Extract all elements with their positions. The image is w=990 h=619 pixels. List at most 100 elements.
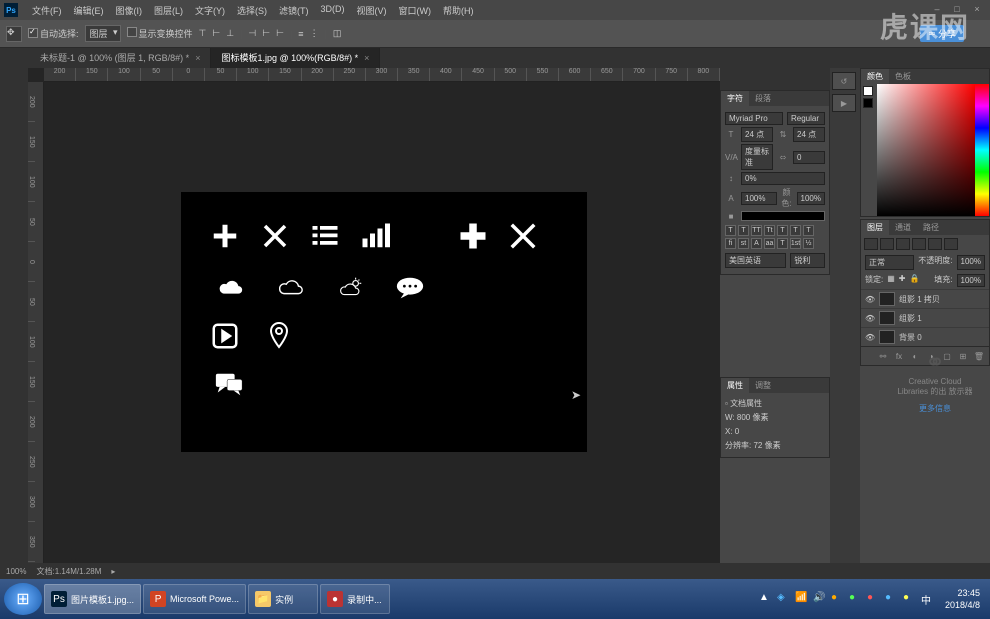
char-style-button[interactable]: T: [803, 225, 814, 236]
layer-visibility-icon[interactable]: 👁: [865, 333, 875, 342]
menu-item[interactable]: 文字(Y): [189, 4, 231, 17]
char-style-button[interactable]: aa: [764, 238, 775, 249]
tray-app2-icon[interactable]: ●: [849, 592, 863, 606]
char-style-button[interactable]: T: [790, 225, 801, 236]
link-layers-icon[interactable]: ⚯: [876, 350, 890, 362]
layer-visibility-icon[interactable]: 👁: [865, 295, 875, 304]
filter-type-icon[interactable]: [912, 238, 926, 250]
tab-close-icon[interactable]: ×: [195, 53, 200, 63]
text-color-swatch[interactable]: [741, 211, 825, 221]
tray-lang-icon[interactable]: 中: [921, 592, 935, 606]
taskbar-item[interactable]: Ps图片模板1.jpg...: [44, 584, 141, 614]
filter-kind-icon[interactable]: [864, 238, 878, 250]
char-style-button[interactable]: TT: [751, 225, 762, 236]
align-top-icon[interactable]: ⊤: [199, 28, 207, 39]
tray-audio-icon[interactable]: 🔊: [813, 592, 827, 606]
fill-input[interactable]: 100%: [957, 274, 985, 287]
taskbar-clock[interactable]: 23:45 2018/4/8: [939, 587, 986, 611]
taskbar-item[interactable]: ●录制中...: [320, 584, 390, 614]
leading-input[interactable]: 24 点: [793, 127, 825, 142]
layer-visibility-icon[interactable]: 👁: [865, 314, 875, 323]
font-style-select[interactable]: Regular: [787, 112, 825, 125]
tray-flag-icon[interactable]: ▲: [759, 592, 773, 606]
menu-item[interactable]: 文件(F): [26, 4, 68, 17]
align-bottom-icon[interactable]: ⊥: [226, 28, 234, 39]
char-style-button[interactable]: T: [777, 238, 788, 249]
menu-item[interactable]: 编辑(E): [68, 4, 110, 17]
menu-item[interactable]: 滤镜(T): [273, 4, 315, 17]
char-style-button[interactable]: st: [738, 238, 749, 249]
char-style-button[interactable]: T: [738, 225, 749, 236]
tab-properties[interactable]: 属性: [721, 378, 749, 393]
tray-app4-icon[interactable]: ●: [885, 592, 899, 606]
distribute-icon[interactable]: ≡: [298, 29, 303, 39]
align-middle-icon[interactable]: ⊢: [212, 28, 220, 39]
document-tab[interactable]: 未标题-1 @ 100% (图层 1, RGB/8#) *×: [30, 48, 211, 68]
tab-swatches[interactable]: 色板: [889, 69, 917, 84]
auto-select-checkbox[interactable]: 自动选择:: [28, 27, 79, 40]
lock-pixels-icon[interactable]: ▦: [887, 274, 895, 287]
filter-smart-icon[interactable]: [944, 238, 958, 250]
dock-actions-icon[interactable]: ▶: [832, 94, 856, 112]
tool-preset-icon[interactable]: ✥: [6, 26, 22, 42]
opacity-input[interactable]: 100%: [957, 255, 985, 270]
tray-app3-icon[interactable]: ●: [867, 592, 881, 606]
start-button[interactable]: ⊞: [4, 583, 42, 615]
char-style-button[interactable]: 1st: [790, 238, 801, 249]
taskbar-item[interactable]: PMicrosoft Powe...: [143, 584, 246, 614]
libraries-link[interactable]: 更多信息: [894, 403, 976, 414]
tray-app1-icon[interactable]: ●: [831, 592, 845, 606]
document-tab[interactable]: 图标模板1.jpg @ 100%(RGB/8#) *×: [211, 48, 380, 68]
char-style-button[interactable]: ½: [803, 238, 814, 249]
tab-adjustments[interactable]: 调整: [749, 378, 777, 393]
char-style-button[interactable]: T: [725, 225, 736, 236]
language-select[interactable]: 美国英语: [725, 253, 786, 268]
vscale-input[interactable]: 0%: [741, 172, 825, 185]
tray-shield-icon[interactable]: ◈: [777, 592, 791, 606]
menu-item[interactable]: 选择(S): [231, 4, 273, 17]
menu-item[interactable]: 视图(V): [351, 4, 393, 17]
hscale-input[interactable]: 100%: [741, 192, 777, 205]
tray-network-icon[interactable]: 📶: [795, 592, 809, 606]
document-canvas[interactable]: ➤: [181, 192, 587, 452]
filter-pixel-icon[interactable]: [880, 238, 894, 250]
char-style-button[interactable]: Tt: [764, 225, 775, 236]
tab-layers[interactable]: 图层: [861, 220, 889, 235]
lock-position-icon[interactable]: ✚: [899, 274, 906, 287]
tracking-input[interactable]: 0: [793, 151, 825, 164]
window-minimize[interactable]: –: [928, 2, 946, 16]
menu-item[interactable]: 窗口(W): [393, 4, 438, 17]
zoom-level[interactable]: 100%: [6, 567, 26, 576]
taskbar-item[interactable]: 📁实例: [248, 584, 318, 614]
hue-slider[interactable]: [975, 84, 989, 216]
menu-item[interactable]: 图像(I): [110, 4, 149, 17]
menu-item[interactable]: 3D(D): [315, 4, 351, 17]
font-size-input[interactable]: 24 点: [741, 127, 773, 142]
align-right-icon[interactable]: ⊢: [276, 28, 284, 39]
baseline-input[interactable]: 100%: [797, 192, 825, 205]
font-family-select[interactable]: Myriad Pro: [725, 112, 783, 125]
antialiasing-select[interactable]: 锐利: [790, 253, 825, 268]
align-center-icon[interactable]: ⊢: [262, 28, 270, 39]
filter-adjust-icon[interactable]: [896, 238, 910, 250]
menu-item[interactable]: 帮助(H): [437, 4, 480, 17]
tab-paths[interactable]: 路径: [917, 220, 945, 235]
status-chevron-icon[interactable]: ▸: [111, 567, 115, 576]
3d-mode-icon[interactable]: ◫: [333, 28, 342, 39]
char-style-button[interactable]: fi: [725, 238, 736, 249]
kerning-select[interactable]: 度量标准: [741, 144, 773, 170]
fg-swatch-icon[interactable]: [863, 86, 873, 96]
blend-mode-select[interactable]: 正常: [865, 255, 914, 270]
align-left-icon[interactable]: ⊣: [248, 28, 256, 39]
distribute-icon[interactable]: ⋮: [310, 28, 319, 39]
tab-close-icon[interactable]: ×: [364, 53, 369, 63]
tab-color[interactable]: 颜色: [861, 69, 889, 84]
tab-channels[interactable]: 通道: [889, 220, 917, 235]
layer-row[interactable]: 👁组影 1 拷贝: [861, 289, 989, 308]
color-field[interactable]: [877, 84, 975, 216]
share-button[interactable]: ⮹ 分享: [920, 25, 964, 42]
char-style-button[interactable]: A: [751, 238, 762, 249]
dock-history-icon[interactable]: ↺: [832, 72, 856, 90]
tab-character[interactable]: 字符: [721, 91, 749, 106]
doc-info[interactable]: 文档:1.14M/1.28M: [36, 566, 101, 577]
